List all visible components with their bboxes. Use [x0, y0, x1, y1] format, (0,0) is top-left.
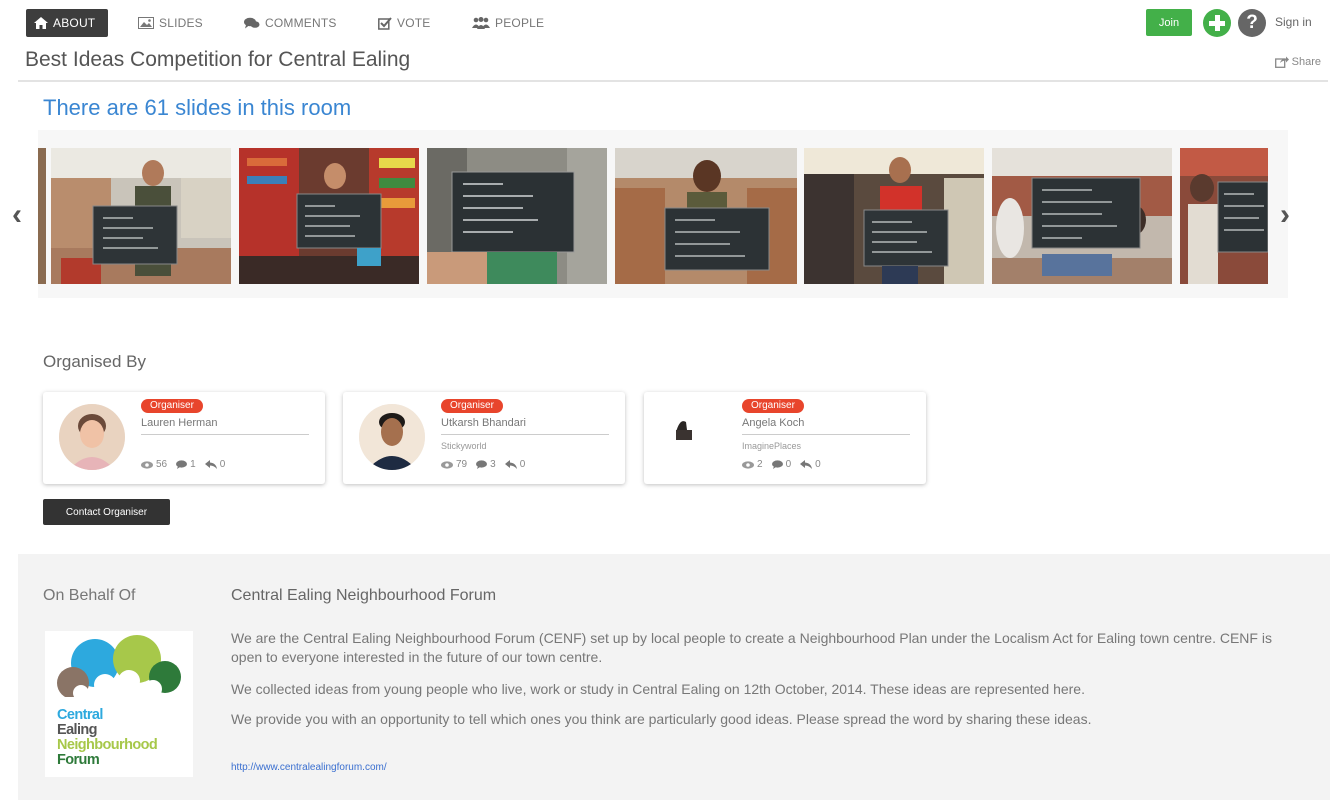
slide-thumbnail[interactable]: [992, 148, 1172, 284]
tab-comments-label: COMMENTS: [265, 16, 337, 30]
slide-thumbnail[interactable]: [615, 148, 797, 284]
tab-vote[interactable]: VOTE: [370, 9, 438, 37]
forum-description: We provide you with an opportunity to te…: [231, 711, 1092, 727]
people-icon: [472, 16, 490, 29]
organiser-badge: Organiser: [742, 399, 804, 413]
tab-about[interactable]: ABOUT: [26, 9, 108, 37]
share-label: Share: [1291, 56, 1321, 68]
organiser-affiliation: ImaginePlaces: [742, 441, 802, 451]
tab-people-label: PEOPLE: [495, 16, 545, 30]
organiser-badge: Organiser: [441, 399, 503, 413]
comment-icon: [176, 460, 188, 469]
slide-thumbnail[interactable]: [1180, 148, 1268, 284]
contact-organiser-button[interactable]: Contact Organiser: [43, 499, 170, 525]
sign-in-link[interactable]: Sign in: [1275, 15, 1312, 29]
forum-description: We collected ideas from young people who…: [231, 681, 1085, 697]
organiser-card[interactable]: Organiser Lauren Herman 56 1 0: [43, 392, 325, 484]
comments-count: 3: [490, 459, 496, 470]
tab-comments[interactable]: COMMENTS: [236, 9, 345, 37]
on-behalf-heading: On Behalf Of: [43, 587, 136, 604]
forum-logo[interactable]: Central Ealing Neighbourhood Forum: [45, 631, 193, 777]
views-count: 79: [456, 459, 468, 470]
organiser-affiliation: Stickyworld: [441, 441, 487, 451]
comment-icon: [771, 460, 783, 469]
organiser-stats: 56 1 0: [141, 459, 225, 470]
slide-photo: [615, 148, 797, 284]
comments-count: 1: [190, 459, 196, 470]
organiser-name[interactable]: Utkarsh Bhandari: [441, 417, 526, 429]
avatar: [359, 404, 425, 470]
title-divider: [18, 80, 1328, 82]
room-title: Best Ideas Competition for Central Ealin…: [25, 48, 411, 71]
organiser-card[interactable]: Organiser Angela Koch ImaginePlaces 2 0 …: [644, 392, 926, 484]
slide-photo: [1180, 148, 1268, 284]
top-navigation: ABOUT SLIDES COMMENTS VOTE PEOPLE Join ?…: [0, 0, 1341, 48]
slide-thumbnail[interactable]: [239, 148, 419, 284]
comments-count: 0: [785, 459, 792, 470]
tab-people[interactable]: PEOPLE: [464, 9, 552, 37]
avatar: [660, 404, 726, 470]
divider: [141, 434, 309, 435]
views-count: 2: [757, 459, 763, 470]
reply-icon: [800, 460, 813, 469]
carousel-next-icon[interactable]: ›: [1280, 200, 1290, 230]
forum-website-link[interactable]: http://www.centralealingforum.com/: [231, 762, 387, 773]
slide-thumbnail[interactable]: [38, 148, 46, 284]
slide-thumbnail[interactable]: [427, 148, 607, 284]
image-icon: [138, 17, 154, 29]
organiser-name[interactable]: Angela Koch: [742, 417, 804, 429]
reply-icon: [504, 460, 517, 469]
slide-thumbnail[interactable]: [804, 148, 984, 284]
eye-icon: [742, 460, 754, 469]
replies-count: 0: [815, 459, 821, 470]
reply-icon: [204, 460, 217, 469]
eye-icon: [141, 460, 153, 469]
forum-description: We are the Central Ealing Neighbourhood …: [231, 630, 1272, 665]
on-behalf-panel: [18, 554, 1330, 800]
comment-icon: [476, 460, 488, 469]
slide-photo: [804, 148, 984, 284]
tab-slides-label: SLIDES: [159, 16, 203, 30]
divider: [441, 434, 609, 435]
checkbox-icon: [378, 16, 392, 30]
join-button[interactable]: Join: [1146, 9, 1192, 36]
organiser-name[interactable]: Lauren Herman: [141, 417, 217, 429]
tab-about-label: ABOUT: [53, 16, 96, 30]
carousel-prev-icon[interactable]: ‹: [12, 200, 22, 230]
tab-slides[interactable]: SLIDES: [130, 9, 211, 37]
organiser-badge: Organiser: [141, 399, 203, 413]
organiser-card[interactable]: Organiser Utkarsh Bhandari Stickyworld 7…: [343, 392, 625, 484]
slide-thumbnail[interactable]: [51, 148, 231, 284]
share-icon: [1274, 56, 1289, 68]
forum-logo-graphic: [45, 635, 193, 711]
comments-icon: [244, 17, 260, 29]
logo-line-neighbourhood: Neighbourhood: [57, 737, 158, 753]
organiser-stats: 2 0 0: [742, 459, 821, 470]
tab-vote-label: VOTE: [397, 16, 431, 30]
slide-photo: [239, 148, 419, 284]
slide-photo: [992, 148, 1172, 284]
organiser-stats: 79 3 0: [441, 459, 525, 470]
logo-line-ealing: Ealing: [57, 722, 98, 738]
avatar: [59, 404, 125, 470]
add-icon[interactable]: [1203, 9, 1231, 37]
replies-count: 0: [219, 459, 226, 470]
help-icon[interactable]: ?: [1238, 9, 1266, 37]
slide-photo: [51, 148, 231, 284]
home-icon: [34, 17, 48, 29]
share-link[interactable]: Share: [1274, 56, 1321, 68]
forum-name: Central Ealing Neighbourhood Forum: [231, 587, 497, 604]
organised-by-heading: Organised By: [43, 352, 146, 371]
slides-count: There are 61 slides in this room: [43, 95, 352, 120]
views-count: 56: [156, 459, 168, 470]
divider: [742, 434, 910, 435]
logo-line-central: Central: [57, 707, 103, 723]
eye-icon: [441, 460, 453, 469]
logo-line-forum: Forum: [57, 752, 100, 768]
slide-photo: [427, 148, 607, 284]
replies-count: 0: [519, 459, 526, 470]
